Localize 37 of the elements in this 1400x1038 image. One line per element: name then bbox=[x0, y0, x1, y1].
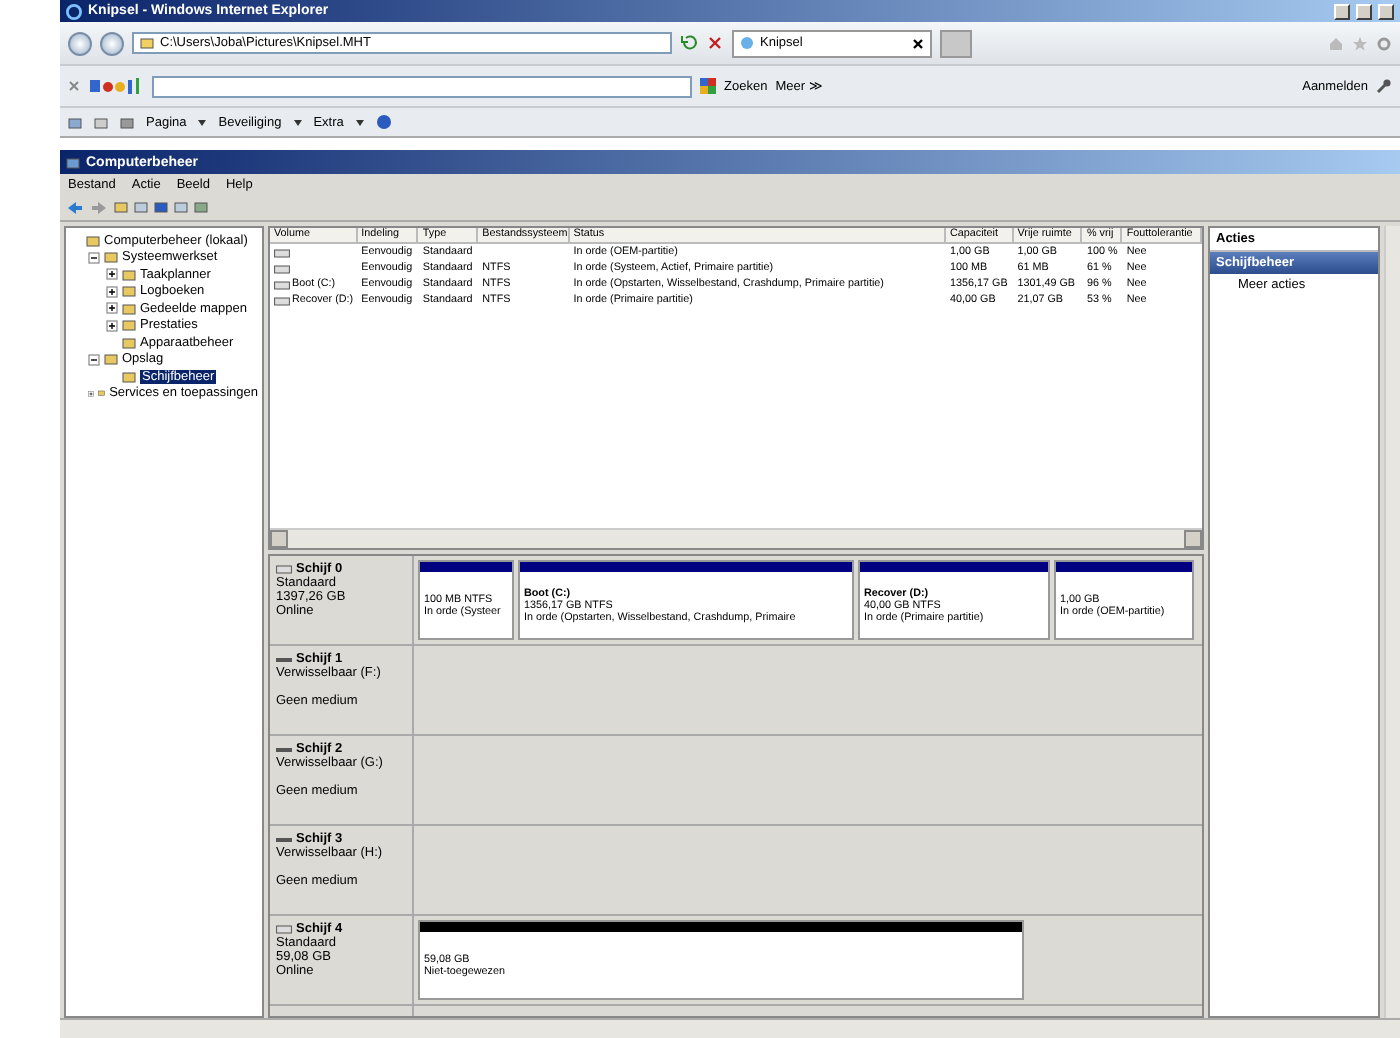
expand-icon[interactable] bbox=[106, 302, 118, 315]
caret-icon bbox=[293, 119, 302, 125]
minimize-button[interactable] bbox=[1334, 3, 1350, 19]
browser-logo-icon bbox=[66, 3, 82, 19]
scroll-left-button[interactable] bbox=[270, 530, 288, 548]
forward-button[interactable] bbox=[100, 31, 124, 55]
search-field[interactable] bbox=[152, 75, 692, 97]
drive-icon bbox=[276, 655, 292, 663]
close-button[interactable] bbox=[1378, 3, 1394, 19]
scrollbar[interactable] bbox=[60, 1018, 1400, 1038]
expand-icon[interactable] bbox=[106, 319, 118, 332]
back-icon[interactable] bbox=[66, 199, 84, 215]
search-icon bbox=[700, 78, 716, 94]
globe-icon bbox=[740, 36, 754, 50]
back-button[interactable] bbox=[68, 31, 92, 55]
settings-icon[interactable] bbox=[1376, 35, 1392, 51]
refresh-icon[interactable] bbox=[680, 34, 698, 52]
scrollbar[interactable] bbox=[1384, 226, 1400, 1018]
scroll-right-button[interactable] bbox=[1184, 530, 1202, 548]
search-engine-logo bbox=[88, 76, 144, 96]
folder-icon bbox=[114, 200, 128, 214]
star-icon[interactable] bbox=[1352, 35, 1368, 51]
expand-icon[interactable] bbox=[106, 285, 118, 298]
collapse-icon[interactable] bbox=[88, 251, 100, 264]
wrench-icon[interactable] bbox=[1376, 78, 1392, 94]
stop-icon[interactable] bbox=[706, 34, 724, 52]
maximize-button[interactable] bbox=[1356, 3, 1372, 19]
expand-icon[interactable] bbox=[106, 268, 118, 281]
new-tab-button[interactable] bbox=[940, 29, 972, 57]
drive-icon bbox=[276, 835, 292, 843]
forward-icon[interactable] bbox=[90, 199, 108, 215]
caret-icon bbox=[198, 119, 207, 125]
caret-icon bbox=[355, 119, 364, 125]
folder-icon bbox=[98, 386, 106, 401]
drive-icon bbox=[276, 745, 292, 753]
close-icon[interactable] bbox=[912, 37, 924, 49]
collapse-icon[interactable] bbox=[88, 353, 100, 366]
